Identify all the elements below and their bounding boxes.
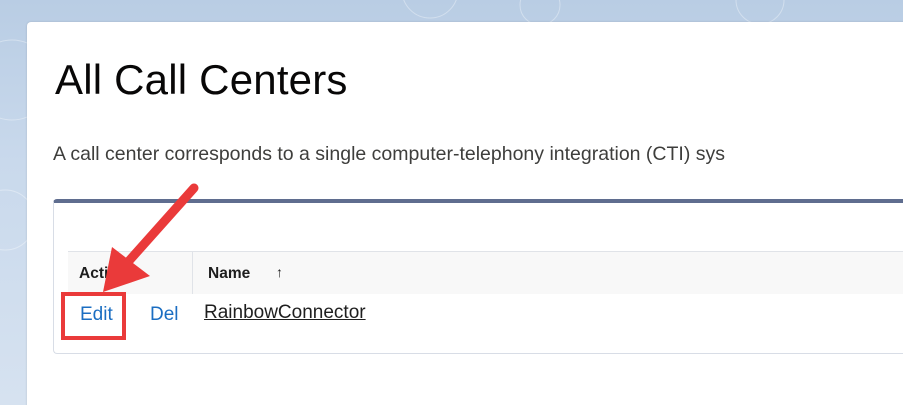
page-description: A call center corresponds to a single co… [53, 143, 725, 165]
sort-ascending-icon[interactable]: ↑ [276, 264, 283, 280]
column-header-action: Action [79, 265, 128, 282]
page-card: All Call Centers A call center correspon… [27, 22, 903, 405]
column-divider [192, 252, 193, 295]
call-centers-list-panel: Action Name ↑ Edit Del RainbowConnector [53, 199, 903, 354]
table-row: Edit Del RainbowConnector [68, 294, 903, 332]
screenshot-frame: All Call Centers A call center correspon… [0, 0, 903, 405]
table-header-row: Action Name ↑ [68, 251, 903, 296]
call-center-name-link[interactable]: RainbowConnector [204, 302, 366, 324]
page-title: All Call Centers [55, 56, 348, 103]
delete-link[interactable]: Del [150, 304, 179, 326]
highlight-box [61, 292, 126, 340]
column-header-name[interactable]: Name [208, 265, 250, 283]
